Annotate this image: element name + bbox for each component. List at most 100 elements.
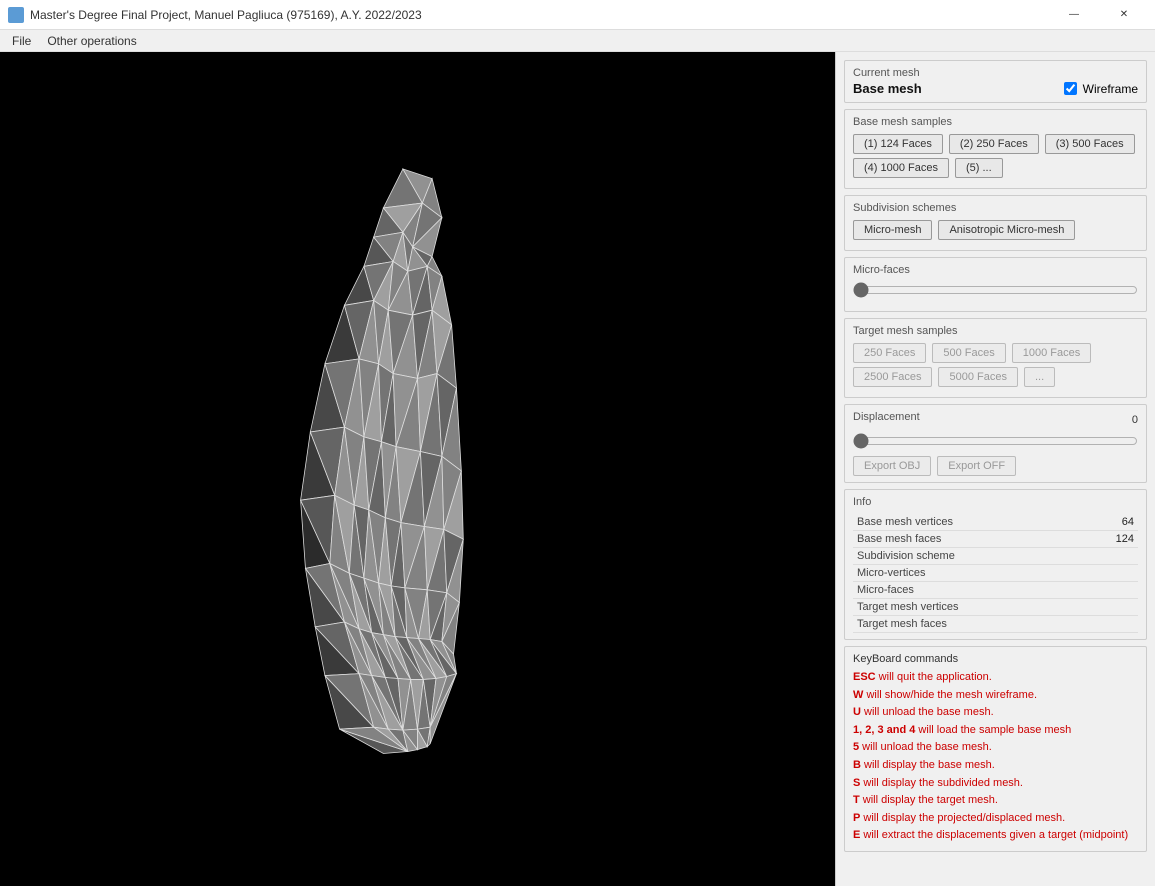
keyboard-commands: ESC will quit the application.W will sho…	[853, 669, 1138, 845]
keyboard-section: KeyBoard commands ESC will quit the appl…	[844, 646, 1147, 852]
wireframe-checkbox[interactable]	[1064, 82, 1077, 95]
kb-key: T	[853, 794, 860, 806]
kb-key: U	[853, 706, 861, 718]
main-content: Current mesh Base mesh Wireframe Base me…	[0, 52, 1155, 886]
info-row: Base mesh vertices64	[853, 514, 1138, 531]
kb-text: will display the subdivided mesh.	[860, 777, 1023, 789]
info-row-value: 124	[1010, 531, 1138, 548]
target-mesh-btn-1000[interactable]: 1000 Faces	[1012, 343, 1091, 363]
info-row: Micro-faces	[853, 582, 1138, 599]
viewport[interactable]	[0, 52, 835, 886]
mesh-svg	[0, 52, 835, 886]
kb-command: B will display the base mesh.	[853, 757, 1138, 775]
base-mesh-btn-1[interactable]: (1) 124 Faces	[853, 134, 943, 154]
displacement-slider[interactable]	[853, 433, 1138, 449]
info-row-key: Target mesh vertices	[853, 599, 1010, 616]
close-button[interactable]: ✕	[1101, 0, 1147, 30]
title-text: Master's Degree Final Project, Manuel Pa…	[30, 8, 422, 22]
kb-text: will unload the base mesh.	[861, 706, 994, 718]
kb-text: will display the target mesh.	[860, 794, 998, 806]
target-mesh-samples-label: Target mesh samples	[853, 325, 1138, 337]
info-row-key: Base mesh vertices	[853, 514, 1010, 531]
info-row-key: Micro-vertices	[853, 565, 1010, 582]
info-label: Info	[853, 496, 1138, 508]
base-mesh-buttons-row2: (4) 1000 Faces (5) ...	[853, 158, 1138, 178]
target-mesh-btn-2500[interactable]: 2500 Faces	[853, 367, 932, 387]
info-row-key: Base mesh faces	[853, 531, 1010, 548]
subdivision-schemes-section: Subdivision schemes Micro-mesh Anisotrop…	[844, 195, 1147, 251]
kb-command: T will display the target mesh.	[853, 792, 1138, 810]
base-mesh-btn-3[interactable]: (3) 500 Faces	[1045, 134, 1135, 154]
kb-command: 1, 2, 3 and 4 will load the sample base …	[853, 722, 1138, 740]
kb-command: U will unload the base mesh.	[853, 704, 1138, 722]
target-mesh-btn-250[interactable]: 250 Faces	[853, 343, 926, 363]
info-section: Info Base mesh vertices64Base mesh faces…	[844, 489, 1147, 640]
info-row: Target mesh faces	[853, 616, 1138, 633]
kb-command: S will display the subdivided mesh.	[853, 775, 1138, 793]
right-panel: Current mesh Base mesh Wireframe Base me…	[835, 52, 1155, 886]
target-mesh-row1: 250 Faces 500 Faces 1000 Faces	[853, 343, 1138, 363]
menu-other-operations[interactable]: Other operations	[39, 32, 144, 50]
microfaces-slider[interactable]	[853, 282, 1138, 298]
microfaces-label: Micro-faces	[853, 264, 1138, 276]
export-buttons: Export OBJ Export OFF	[853, 456, 1138, 476]
title-bar: Master's Degree Final Project, Manuel Pa…	[0, 0, 1155, 30]
info-table: Base mesh vertices64Base mesh faces124Su…	[853, 514, 1138, 633]
info-row-value	[1010, 616, 1138, 633]
keyboard-title: KeyBoard commands	[853, 653, 1138, 665]
base-mesh-btn-5[interactable]: (5) ...	[955, 158, 1003, 178]
base-mesh-samples-label: Base mesh samples	[853, 116, 1138, 128]
displacement-section: Displacement 0 Export OBJ Export OFF	[844, 404, 1147, 483]
wireframe-row: Wireframe	[1064, 82, 1138, 96]
subdivision-buttons-row: Micro-mesh Anisotropic Micro-mesh	[853, 220, 1138, 240]
target-mesh-btn-5000[interactable]: 5000 Faces	[938, 367, 1017, 387]
micromesh-btn[interactable]: Micro-mesh	[853, 220, 932, 240]
current-mesh-section: Current mesh Base mesh Wireframe	[844, 60, 1147, 103]
kb-text: will unload the base mesh.	[859, 741, 992, 753]
displacement-slider-container	[853, 433, 1138, 452]
menu-file[interactable]: File	[4, 32, 39, 50]
kb-command: 5 will unload the base mesh.	[853, 739, 1138, 757]
info-row: Subdivision scheme	[853, 548, 1138, 565]
info-row: Micro-vertices	[853, 565, 1138, 582]
base-mesh-buttons-row1: (1) 124 Faces (2) 250 Faces (3) 500 Face…	[853, 134, 1138, 154]
current-mesh-label: Current mesh	[853, 67, 1138, 79]
export-obj-btn[interactable]: Export OBJ	[853, 456, 931, 476]
info-row: Base mesh faces124	[853, 531, 1138, 548]
kb-text: will display the base mesh.	[861, 759, 995, 771]
minimize-button[interactable]: —	[1051, 0, 1097, 30]
kb-text: will load the sample base mesh	[915, 724, 1071, 736]
current-mesh-header: Base mesh Wireframe	[853, 81, 1138, 96]
kb-key: B	[853, 759, 861, 771]
kb-key: ESC	[853, 671, 876, 683]
info-row-value	[1010, 565, 1138, 582]
base-mesh-samples-section: Base mesh samples (1) 124 Faces (2) 250 …	[844, 109, 1147, 189]
anisotropic-micromesh-btn[interactable]: Anisotropic Micro-mesh	[938, 220, 1075, 240]
info-tbody: Base mesh vertices64Base mesh faces124Su…	[853, 514, 1138, 633]
target-mesh-samples-section: Target mesh samples 250 Faces 500 Faces …	[844, 318, 1147, 398]
info-row: Target mesh vertices	[853, 599, 1138, 616]
kb-command: E will extract the displacements given a…	[853, 827, 1138, 845]
subdivision-schemes-label: Subdivision schemes	[853, 202, 1138, 214]
target-mesh-row2: 2500 Faces 5000 Faces ...	[853, 367, 1138, 387]
app-icon	[8, 7, 24, 23]
kb-key: 1, 2, 3 and 4	[853, 724, 915, 736]
target-mesh-btn-500[interactable]: 500 Faces	[932, 343, 1005, 363]
wireframe-label[interactable]: Wireframe	[1083, 82, 1138, 96]
target-mesh-btn-more[interactable]: ...	[1024, 367, 1055, 387]
kb-command: W will show/hide the mesh wireframe.	[853, 687, 1138, 705]
window-controls: — ✕	[1051, 0, 1147, 30]
menu-bar: File Other operations	[0, 30, 1155, 52]
kb-text: will extract the displacements given a t…	[860, 829, 1128, 841]
info-row-key: Micro-faces	[853, 582, 1010, 599]
base-mesh-btn-2[interactable]: (2) 250 Faces	[949, 134, 1039, 154]
title-bar-left: Master's Degree Final Project, Manuel Pa…	[8, 7, 422, 23]
displacement-value: 0	[1132, 414, 1138, 426]
kb-text: will quit the application.	[876, 671, 992, 683]
base-mesh-btn-4[interactable]: (4) 1000 Faces	[853, 158, 949, 178]
kb-key: W	[853, 689, 863, 701]
info-row-value	[1010, 548, 1138, 565]
kb-command: ESC will quit the application.	[853, 669, 1138, 687]
kb-command: P will display the projected/displaced m…	[853, 810, 1138, 828]
export-off-btn[interactable]: Export OFF	[937, 456, 1016, 476]
